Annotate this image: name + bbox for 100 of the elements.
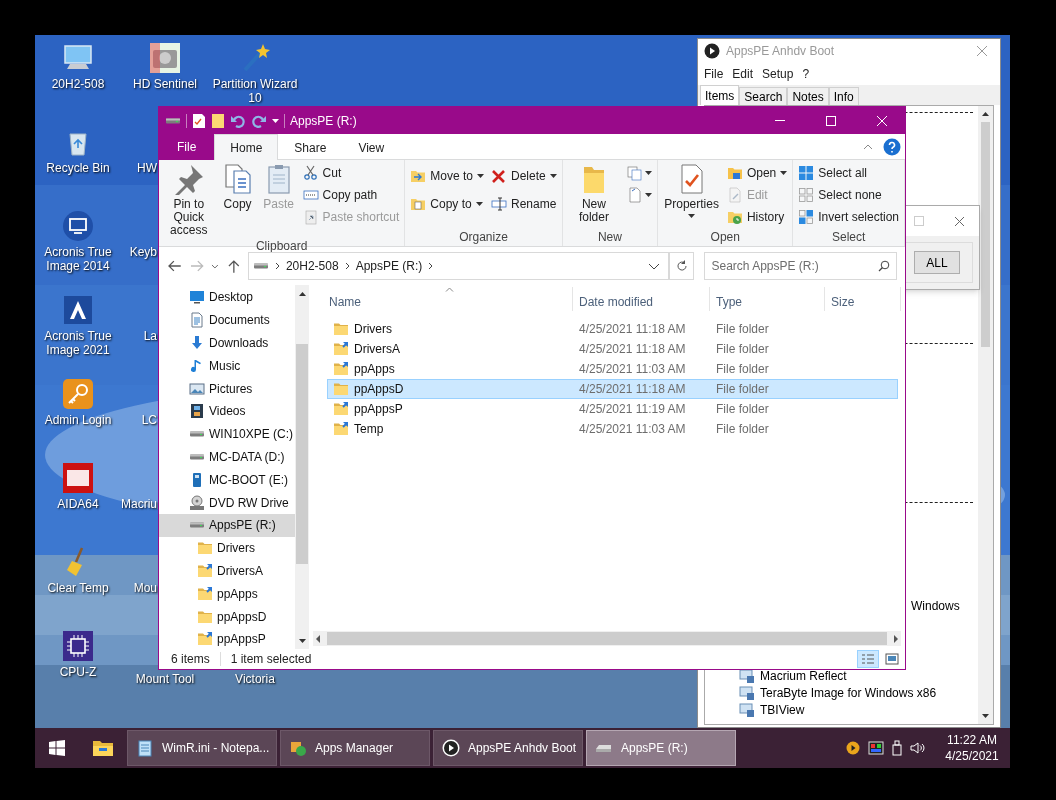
ribbon-button[interactable]: Delete	[489, 165, 559, 187]
desktop-icon-label[interactable]: Acronis True Image 2014	[35, 245, 121, 273]
ribbon-button[interactable]: Copy to	[408, 193, 486, 215]
search-input[interactable]: Search AppsPE (R:)	[711, 257, 879, 275]
desktop-icon-label[interactable]: AIDA64	[35, 497, 121, 511]
properties-icon[interactable]	[192, 112, 206, 129]
desktop-icon-label[interactable]: Admin Login	[35, 413, 121, 427]
scrollbar[interactable]	[295, 285, 309, 649]
ribbon-tab[interactable]: View	[342, 134, 401, 160]
nav-item[interactable]: Pictures	[159, 377, 295, 400]
close-icon[interactable]	[954, 215, 965, 227]
close-icon[interactable]	[976, 45, 988, 57]
tab[interactable]: Search	[739, 87, 788, 105]
desktop-icon-label[interactable]: HD Sentinel	[122, 77, 208, 91]
file-row[interactable]: ppApps 4/25/2021 11:03 AM File folder	[327, 359, 898, 379]
desktop-icon-label[interactable]: Partition Wizard 10	[212, 77, 298, 105]
desktop-icon-label[interactable]: Mount Tool	[122, 672, 208, 686]
file-row[interactable]: Temp 4/25/2021 11:03 AM File folder	[327, 419, 898, 439]
nav-item[interactable]: Drivers	[159, 536, 295, 560]
breadcrumb[interactable]: AppsPE (R:)	[355, 257, 423, 275]
key-icon[interactable]	[62, 378, 94, 410]
ribbon-tab[interactable]: Home	[214, 134, 279, 160]
scrollbar[interactable]	[978, 106, 993, 724]
desktop-icon-label[interactable]: 20H2-508	[35, 77, 121, 91]
ribbon-button[interactable]: Invert selection	[796, 206, 901, 228]
nav-item[interactable]: Videos	[159, 400, 295, 423]
desktop-icon-label[interactable]: CPU-Z	[35, 665, 121, 679]
scrollbar-thumb[interactable]	[981, 122, 990, 347]
ribbon-button[interactable]: Select all	[796, 162, 901, 184]
ribbon-button[interactable]: Move to	[408, 165, 486, 187]
list-item[interactable]: Macrium Reflect	[760, 666, 847, 685]
menu-item[interactable]: Setup	[762, 65, 794, 83]
triangle-logo-icon[interactable]	[62, 294, 94, 326]
desktop-icon-label[interactable]: Victoria	[212, 672, 298, 686]
tab[interactable]: Info	[828, 87, 859, 105]
collapse-ribbon-icon[interactable]	[863, 143, 873, 150]
file-row[interactable]: DriversA 4/25/2021 11:18 AM File folder	[327, 339, 898, 359]
nav-item[interactable]: Music	[159, 354, 295, 378]
usb-drive-icon[interactable]	[892, 740, 902, 756]
nav-item[interactable]: Desktop	[159, 286, 295, 309]
all-button[interactable]: ALL	[914, 251, 960, 274]
ribbon-tab[interactable]: Share	[278, 134, 343, 160]
ribbon-button[interactable]: Copy	[218, 162, 257, 211]
desktop-icon-label[interactable]: La	[143, 329, 157, 343]
address-bar[interactable]: 20H2-508 AppsPE (R:)	[247, 252, 669, 280]
up-arrow-icon[interactable]	[226, 258, 242, 274]
clock-date[interactable]: 4/25/2021	[945, 748, 999, 764]
nav-item[interactable]: MC-DATA (D:)	[159, 445, 295, 469]
file-row[interactable]: Drivers 4/25/2021 11:18 AM File folder	[327, 319, 898, 339]
ribbon-tab[interactable]: File	[159, 134, 215, 160]
ribbon-button[interactable]: Rename	[489, 193, 559, 215]
ribbon-button[interactable]: Cut	[300, 162, 402, 184]
tab[interactable]: Notes	[787, 87, 829, 105]
ribbon-button[interactable]: Properties	[661, 162, 722, 218]
ribbon-button[interactable]: Select none	[796, 184, 901, 206]
nav-item[interactable]: WIN10XPE (C:)	[159, 422, 295, 446]
nav-item[interactable]: ppAppsP	[159, 627, 295, 649]
speaker-icon[interactable]	[910, 741, 926, 755]
ribbon-button[interactable]: New folder	[565, 162, 623, 224]
file-row[interactable]: ppAppsP 4/25/2021 11:19 AM File folder	[327, 399, 898, 419]
taskbar-button[interactable]: AppsPE Anhdv Boot	[433, 730, 583, 766]
desktop-icon-label[interactable]: HW	[137, 161, 157, 175]
ribbon-button[interactable]: History	[724, 206, 790, 228]
breadcrumb[interactable]: 20H2-508	[285, 257, 339, 275]
taskbar-button[interactable]: Apps Manager	[280, 730, 430, 766]
search-field[interactable]: Search AppsPE (R:)	[704, 252, 898, 280]
scrollbar-thumb[interactable]	[296, 344, 308, 564]
nav-item[interactable]: DriversA	[159, 559, 295, 583]
ribbon-button[interactable]: Pin to Quick access	[162, 162, 216, 237]
chevron-down-icon[interactable]	[647, 262, 660, 270]
nav-item[interactable]: Downloads	[159, 331, 295, 355]
nav-item[interactable]: AppsPE (R:)	[159, 513, 295, 537]
list-item[interactable]: TeraByte Image for Windows x86	[760, 683, 937, 702]
desktop-icon-label[interactable]: Acronis True Image 2021	[35, 329, 121, 357]
ribbon-button[interactable]: Copy path	[300, 184, 402, 206]
desktop-icon-label[interactable]: Keyb	[129, 245, 157, 259]
taskbar-button[interactable]: AppsPE (R:)	[586, 730, 736, 766]
scrollbar[interactable]	[313, 631, 901, 646]
nav-item[interactable]: Documents	[159, 308, 295, 332]
chip-icon[interactable]	[62, 630, 94, 662]
menu-item[interactable]: File	[704, 65, 724, 83]
nav-item[interactable]: DVD RW Drive	[159, 491, 295, 514]
ribbon-button[interactable]: Open	[724, 162, 790, 184]
scrollbar-thumb[interactable]	[327, 632, 887, 645]
file-row[interactable]: ppAppsD 4/25/2021 11:18 AM File folder	[327, 379, 898, 399]
play-icon[interactable]	[846, 741, 860, 755]
back-icon[interactable]	[167, 258, 183, 274]
menu-item[interactable]: ?	[802, 65, 810, 83]
desktop-icon-label[interactable]: Recycle Bin	[35, 161, 121, 175]
folder-icon[interactable]	[211, 112, 225, 129]
refresh-button[interactable]	[668, 252, 695, 280]
nav-item[interactable]: ppAppsD	[159, 605, 295, 628]
menu-item[interactable]: Edit	[732, 65, 754, 83]
list-item[interactable]: TBIView	[760, 700, 805, 719]
color-palette-icon[interactable]	[868, 741, 884, 755]
taskbar-button[interactable]: WimR.ini - Notepa...	[127, 730, 277, 766]
clock-time[interactable]: 11:22 AM	[947, 732, 997, 748]
tab[interactable]: Items	[700, 85, 740, 105]
list-item[interactable]: Windows	[911, 598, 960, 615]
nav-item[interactable]: ppApps	[159, 582, 295, 606]
